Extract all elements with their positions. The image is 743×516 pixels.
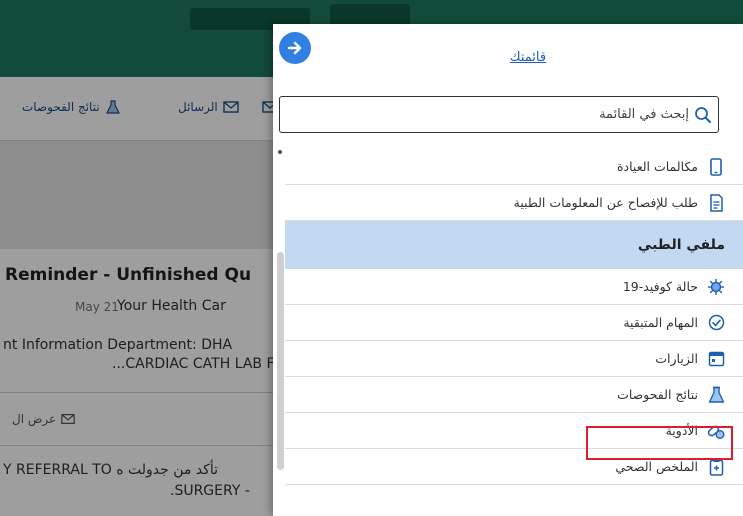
- menu-item-label: الأدوية: [665, 423, 698, 438]
- menu-item-label: الزيارات: [655, 351, 698, 366]
- section-my-medical-record: ملفي الطبي: [285, 221, 743, 269]
- menu-search-box[interactable]: [279, 96, 719, 133]
- section-title: ملفي الطبي: [637, 237, 725, 253]
- panel-title[interactable]: قائمتك: [473, 50, 583, 65]
- menu-item-label: حالة كوفيد-19: [622, 279, 698, 294]
- menu-item-visits[interactable]: الزيارات: [285, 341, 743, 377]
- menu-item-test-results[interactable]: نتائج الفحوصات: [285, 377, 743, 413]
- menu-item-label: المهام المتبقية: [623, 315, 698, 330]
- phone-icon: [707, 157, 725, 176]
- menu-item-covid-status[interactable]: حالة كوفيد-19: [285, 269, 743, 305]
- flask-icon: [707, 386, 725, 404]
- menu-item-health-summary[interactable]: الملخص الصحي: [285, 449, 743, 485]
- menu-item-label: نتائج الفحوصات: [617, 387, 698, 402]
- menu-item-label: مكالمات العيادة: [617, 159, 698, 174]
- menu-item-remaining-tasks[interactable]: المهام المتبقية: [285, 305, 743, 341]
- calendar-icon: [707, 350, 725, 368]
- menu-search-input[interactable]: [289, 107, 689, 122]
- check-circle-icon: [707, 314, 725, 332]
- scroll-up-indicator[interactable]: [278, 150, 282, 154]
- menu-list: مكالمات العيادة طلب للإفصاح عن المعلومات…: [285, 149, 743, 485]
- search-icon[interactable]: [694, 106, 712, 124]
- arrow-right-icon: [287, 41, 302, 55]
- menu-scrollbar[interactable]: [277, 252, 284, 470]
- menu-item-label: طلب للإفصاح عن المعلومات الطبية: [513, 195, 698, 210]
- menu-item-disclosure-request[interactable]: طلب للإفصاح عن المعلومات الطبية: [285, 185, 743, 221]
- menu-item-medications[interactable]: الأدوية: [285, 413, 743, 449]
- clipboard-icon: [707, 458, 725, 476]
- menu-item-clinic-calls[interactable]: مكالمات العيادة: [285, 149, 743, 185]
- side-menu-panel: قائمتك مكالمات العيادة طلب للإفصاح عن ال…: [273, 24, 743, 516]
- pills-icon: [707, 422, 725, 440]
- menu-item-label: الملخص الصحي: [615, 459, 698, 474]
- back-button[interactable]: [279, 32, 311, 64]
- document-icon: [707, 193, 725, 212]
- virus-icon: [707, 278, 725, 296]
